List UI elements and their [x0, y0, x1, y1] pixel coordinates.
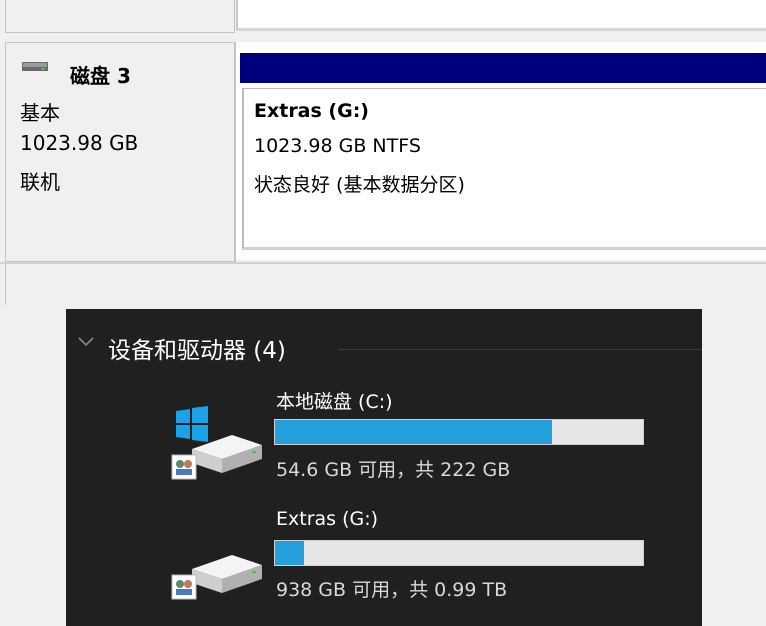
drive-name: Extras (G:) — [276, 508, 379, 530]
disk-size: 1023.98 GB — [20, 131, 139, 155]
drive-free-space: 54.6 GB 可用，共 222 GB — [276, 459, 511, 481]
drive-usage-fill — [275, 541, 305, 565]
previous-volume-cell — [236, 0, 766, 31]
group-divider — [338, 349, 702, 350]
disk-title: 磁盘 3 — [70, 64, 131, 88]
group-title[interactable]: 设备和驱动器 (4) — [108, 331, 286, 365]
volume-color-bar — [240, 53, 766, 83]
disk-status: 联机 — [20, 170, 60, 194]
disk-management-pane: 磁盘 3 基本 1023.98 GB 联机 Extras (G:) 1023.9… — [0, 0, 766, 305]
windows-system-drive-icon — [171, 406, 262, 480]
divider — [0, 262, 766, 264]
devices-and-drives-panel: 设备和驱动器 (4) 本地磁盘 (C:) 54.6 GB 可用，共 222 GB… — [66, 309, 702, 626]
drive-usage-fill — [275, 420, 553, 444]
chevron-down-icon[interactable] — [78, 337, 94, 347]
disk-icon — [22, 62, 48, 71]
volume-health: 状态良好 (基本数据分区) — [254, 174, 465, 196]
previous-disk-info-cell — [5, 0, 235, 33]
drive-usage-bar — [274, 419, 644, 445]
volume-size-fs: 1023.98 GB NTFS — [254, 135, 421, 157]
hard-drive-icon — [171, 555, 262, 600]
drive-usage-bar — [274, 540, 644, 566]
next-row-stub — [0, 264, 6, 305]
volume-name: Extras (G:) — [254, 100, 369, 122]
disk-type: 基本 — [20, 101, 60, 125]
drive-name: 本地磁盘 (C:) — [276, 391, 393, 413]
drive-free-space: 938 GB 可用，共 0.99 TB — [276, 579, 508, 601]
